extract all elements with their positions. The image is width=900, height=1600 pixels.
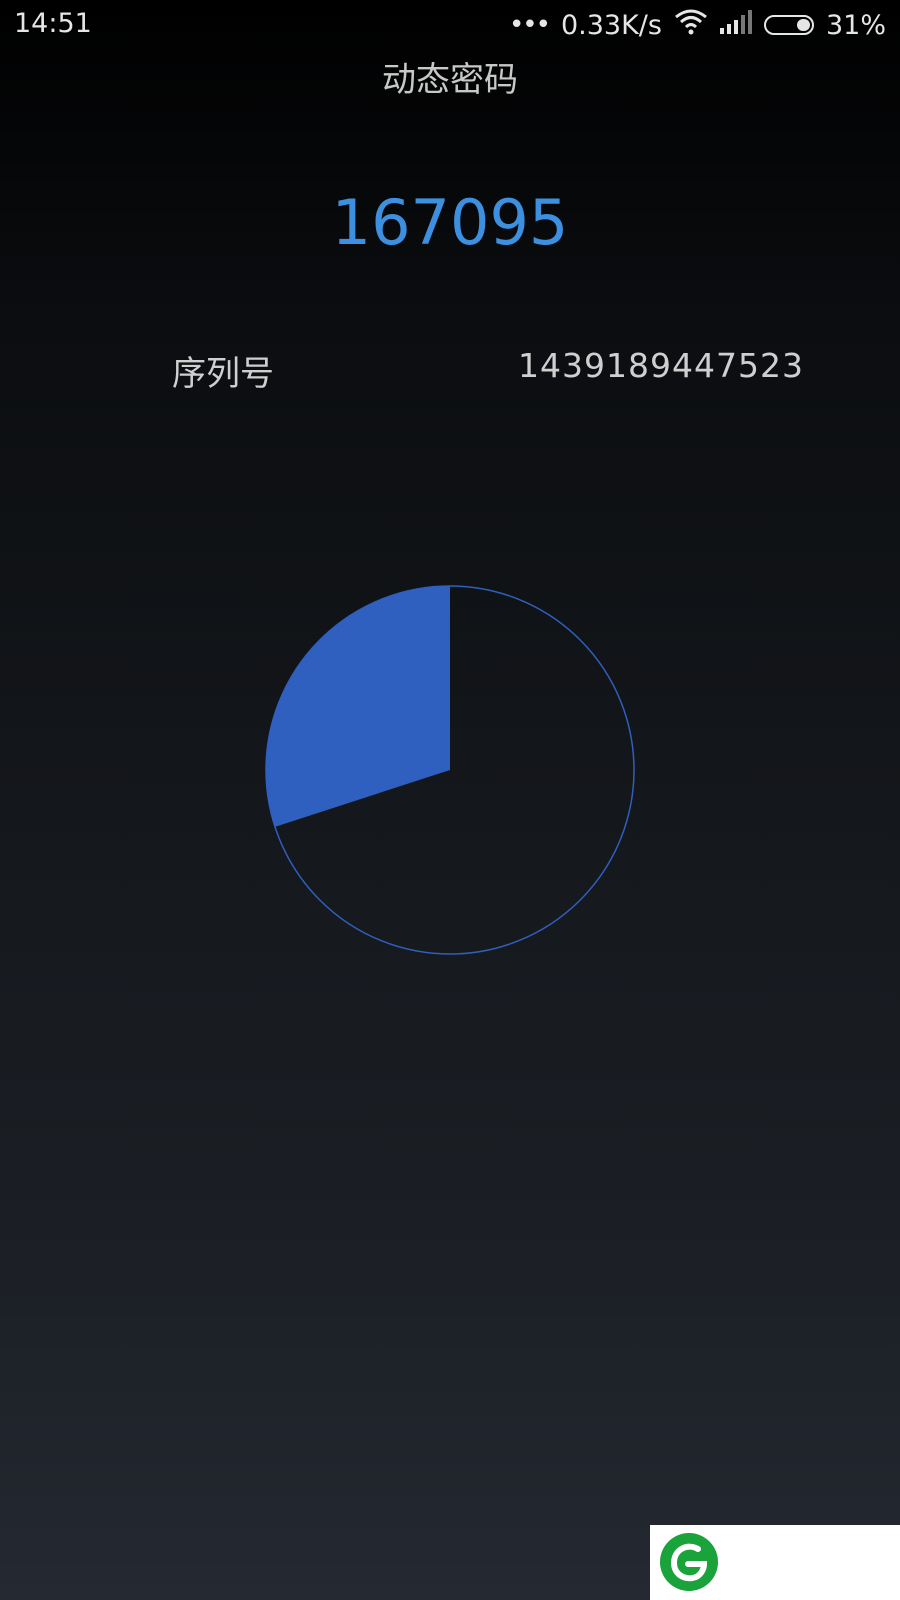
battery-fill	[796, 19, 810, 31]
battery-percent: 31%	[825, 9, 886, 41]
wifi-icon	[674, 9, 708, 42]
signal-icon	[719, 9, 752, 41]
otp-code: 167095	[331, 186, 569, 259]
serial-label: 序列号	[172, 354, 274, 394]
more-dots-icon: •••	[508, 10, 551, 40]
serial-value: 1439189447523	[518, 346, 804, 385]
countdown-remaining-slice	[266, 586, 450, 827]
app-logo-icon	[660, 1533, 718, 1591]
battery-icon	[763, 15, 814, 35]
net-speed: 0.33K/s	[560, 9, 662, 41]
status-bar: 14:51 ••• 0.33K/s 31%	[0, 0, 900, 50]
app-logo-badge	[650, 1525, 900, 1600]
page-title: 动态密码	[382, 60, 518, 100]
status-right: ••• 0.33K/s 31%	[509, 8, 886, 42]
countdown-timer	[250, 570, 650, 970]
status-time: 14:51	[14, 8, 92, 39]
